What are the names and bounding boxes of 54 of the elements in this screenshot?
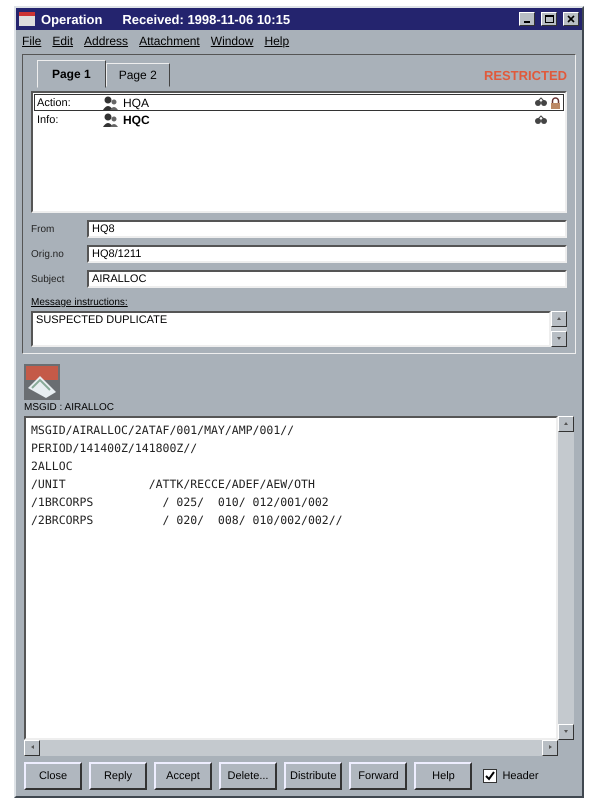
field-label: Orig.no bbox=[31, 248, 65, 260]
menu-item[interactable]: File bbox=[22, 34, 42, 48]
scroll-right-button[interactable] bbox=[542, 740, 558, 756]
window-icon bbox=[19, 12, 35, 26]
close-button[interactable] bbox=[563, 12, 579, 26]
maximize-button[interactable] bbox=[541, 12, 557, 26]
menu-item[interactable]: Address bbox=[84, 34, 128, 48]
tab[interactable]: Page 1 bbox=[37, 60, 106, 88]
scroll-up-button[interactable] bbox=[551, 311, 567, 327]
recipient-row[interactable]: Action: HQA bbox=[34, 94, 564, 111]
close-icon bbox=[567, 15, 575, 23]
recipient-row[interactable]: Info: HQC bbox=[34, 111, 564, 128]
action-button[interactable]: Delete... bbox=[219, 762, 277, 790]
maximize-icon bbox=[544, 15, 554, 23]
action-button[interactable]: Close bbox=[24, 762, 82, 790]
recipient-name: HQA bbox=[123, 96, 150, 110]
recipient-role: Action: bbox=[37, 96, 72, 108]
tab[interactable]: Page 2 bbox=[106, 63, 170, 87]
scroll-down-button[interactable] bbox=[551, 331, 567, 347]
action-button[interactable]: Forward bbox=[349, 762, 408, 790]
menu-item[interactable]: Help bbox=[264, 34, 290, 48]
scroll-left-button[interactable] bbox=[24, 740, 40, 756]
action-button[interactable]: Reply bbox=[89, 762, 147, 790]
person-icon bbox=[103, 112, 119, 126]
window-title: Operation bbox=[41, 12, 102, 26]
instructions-field[interactable]: SUSPECTED DUPLICATE bbox=[31, 311, 551, 347]
scroll-up-button[interactable] bbox=[558, 416, 574, 432]
triangle-icon bbox=[555, 334, 563, 342]
message-format-icon bbox=[24, 364, 60, 400]
field-label: Subject bbox=[31, 274, 66, 284]
glasses-icon bbox=[534, 96, 548, 106]
action-button[interactable]: Help bbox=[414, 762, 472, 790]
person-icon bbox=[103, 96, 119, 110]
classification-label: RESTRICTED bbox=[484, 68, 567, 82]
action-button[interactable]: Accept bbox=[154, 762, 212, 790]
message-text[interactable]: MSGID/AIRALLOC/2ATAF/001/MAY/AMP/001// PERIOD/141400Z/141800Z// 2ALLOC /UNIT /ATTK/RECCE/ADEF/AEW/OTH /1BRCORPS / 025/ 010/ 012/001/002 /2BRCORPS / 020/ 008/ 010/002/002// bbox=[24, 416, 558, 740]
text-field[interactable]: HQ8/1211 bbox=[87, 245, 567, 263]
menu-item[interactable]: Edit bbox=[52, 34, 74, 48]
minimize-button[interactable] bbox=[519, 12, 535, 26]
menu-item[interactable]: Window bbox=[210, 34, 254, 48]
action-button[interactable]: Distribute bbox=[284, 762, 342, 790]
recipient-name: HQC bbox=[123, 112, 150, 126]
instructions-label: Message instructions: bbox=[31, 297, 129, 308]
message-id-label: MSGID : AIRALLOC bbox=[24, 402, 116, 413]
text-field[interactable]: AIRALLOC bbox=[87, 270, 567, 288]
scroll-down-button[interactable] bbox=[558, 724, 574, 740]
menu-item[interactable]: Attachment bbox=[139, 34, 200, 48]
glasses-icon bbox=[534, 114, 548, 124]
header-checkbox[interactable] bbox=[483, 769, 498, 783]
received-time: Received: 1998-11-06 10:15 bbox=[122, 12, 290, 26]
checkbox-label: Header bbox=[502, 770, 539, 782]
field-label: From bbox=[31, 224, 56, 234]
text-field[interactable]: HQ8 bbox=[87, 220, 567, 238]
recipient-role: Info: bbox=[37, 114, 60, 126]
